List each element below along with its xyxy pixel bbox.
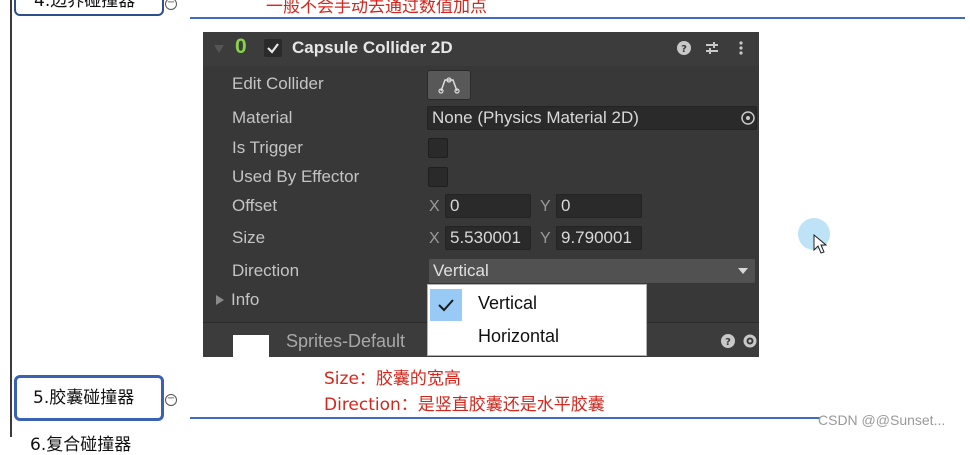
help-icon[interactable]: ? xyxy=(720,333,736,349)
offset-y-field[interactable]: 0 xyxy=(556,194,642,218)
is-trigger-checkbox[interactable] xyxy=(428,138,448,158)
svg-text:?: ? xyxy=(725,337,731,348)
material-value: None (Physics Material 2D) xyxy=(432,108,639,127)
sprites-default-label: Sprites-Default xyxy=(286,331,406,351)
size-y-field[interactable]: 9.790001 xyxy=(556,226,642,250)
menu-item-vertical[interactable]: Vertical xyxy=(428,287,646,321)
help-icon[interactable]: ? xyxy=(676,40,692,56)
mouse-cursor-icon xyxy=(813,234,827,254)
selected-marker xyxy=(430,289,462,321)
size-y-label: Y xyxy=(540,230,551,247)
edit-collider-icon xyxy=(438,77,460,94)
mindmap-node-composite-collider[interactable]: 6.复合碰撞器 xyxy=(30,430,131,455)
svg-text:?: ? xyxy=(681,44,687,55)
size-label: Size xyxy=(232,228,266,247)
material-label: Material xyxy=(232,108,293,127)
offset-y-label: Y xyxy=(540,198,551,215)
size-x-field[interactable]: 5.530001 xyxy=(445,226,531,250)
material-preview-swatch xyxy=(233,335,269,359)
direction-dropdown-menu: Vertical Horizontal xyxy=(427,284,647,356)
component-number: 0 xyxy=(235,35,247,58)
component-header[interactable]: 0 Capsule Collider 2D ? xyxy=(203,32,759,66)
direction-value: Vertical xyxy=(433,261,489,280)
mindmap-branch-line xyxy=(190,17,965,19)
note-size: Size：胶囊的宽高 xyxy=(324,369,461,389)
used-by-effector-checkbox[interactable] xyxy=(428,167,448,187)
watermark: CSDN @@Sunset... xyxy=(818,412,946,428)
collapse-icon[interactable]: − xyxy=(165,394,177,406)
chevron-down-icon xyxy=(738,268,748,274)
size-x-label: X xyxy=(429,230,440,247)
collapse-icon[interactable]: − xyxy=(165,0,177,10)
note-top: 一般不会手动去通过数值加点 xyxy=(266,0,487,17)
offset-label: Offset xyxy=(232,196,278,215)
mindmap-node-capsule-collider[interactable]: 5.胶囊碰撞器 xyxy=(14,375,164,421)
mindmap-node-boundary-collider[interactable]: 4.边界碰撞器 xyxy=(14,0,164,16)
menu-item-label: Vertical xyxy=(478,293,538,313)
component-title: Capsule Collider 2D xyxy=(292,38,453,57)
offset-x-label: X xyxy=(429,198,440,215)
is-trigger-label: Is Trigger xyxy=(232,138,303,157)
check-icon xyxy=(438,299,454,312)
edit-collider-label: Edit Collider xyxy=(232,74,324,93)
menu-item-label: Horizontal xyxy=(478,326,560,346)
menu-item-horizontal[interactable]: Horizontal xyxy=(428,320,646,353)
expand-triangle-icon[interactable] xyxy=(215,294,225,306)
collapse-triangle-icon[interactable] xyxy=(213,43,225,55)
check-icon xyxy=(267,43,279,54)
mindmap-branch-line xyxy=(190,417,820,419)
direction-dropdown[interactable]: Vertical xyxy=(429,259,755,283)
enabled-checkbox[interactable] xyxy=(264,39,282,57)
more-vertical-icon[interactable] xyxy=(737,40,745,56)
used-by-effector-label: Used By Effector xyxy=(232,167,360,186)
note-direction: Direction：是竖直胶囊还是水平胶囊 xyxy=(324,395,605,415)
material-field[interactable]: None (Physics Material 2D) xyxy=(427,106,757,130)
gear-icon[interactable] xyxy=(742,333,758,349)
mindmap-connector-line xyxy=(10,0,12,437)
settings-sliders-icon[interactable] xyxy=(704,40,720,56)
edit-collider-button[interactable] xyxy=(427,70,471,100)
offset-x-field[interactable]: 0 xyxy=(445,194,531,218)
info-foldout-label[interactable]: Info xyxy=(231,290,259,310)
object-picker-icon[interactable] xyxy=(740,110,756,126)
direction-label: Direction xyxy=(232,261,300,280)
